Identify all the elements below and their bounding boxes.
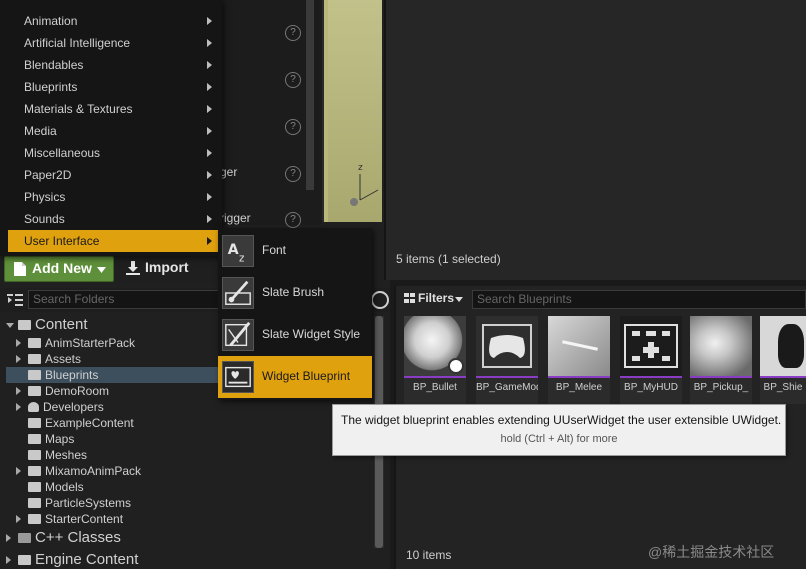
svg-text:z: z bbox=[358, 163, 363, 173]
hud-icon bbox=[624, 324, 678, 368]
asset-tile[interactable]: BP_Bullet bbox=[404, 316, 466, 404]
chevron-right-icon bbox=[207, 105, 212, 113]
tree-item[interactable]: AnimStarterPack bbox=[16, 335, 135, 351]
asset-tile-label: BP_GameModeGolden bbox=[476, 382, 538, 393]
widget-blueprint-icon bbox=[222, 361, 254, 393]
asset-count: 10 items bbox=[406, 548, 452, 562]
new-file-icon bbox=[14, 262, 26, 276]
tree-item[interactable]: Developers bbox=[16, 399, 104, 415]
asset-tile[interactable]: BP_Shie bbox=[760, 316, 806, 404]
help-icon[interactable]: ? bbox=[285, 212, 301, 228]
menu-item-animation[interactable]: Animation bbox=[8, 10, 218, 32]
tooltip-text: The widget blueprint enables extending U… bbox=[341, 413, 782, 427]
tree-item-cpp-classes[interactable]: C++ Classes bbox=[6, 530, 121, 546]
menu-item-materials-textures[interactable]: Materials & Textures bbox=[8, 98, 218, 120]
asset-tile[interactable]: BP_GameModeGolden bbox=[476, 316, 538, 404]
asset-tile-label: BP_MyHUD bbox=[624, 382, 678, 393]
editor-top-right-panel bbox=[384, 0, 806, 280]
asset-tile-label: BP_Shie bbox=[763, 382, 803, 393]
chevron-right-icon bbox=[207, 215, 212, 223]
watermark: @稀土掘金技术社区 bbox=[648, 544, 775, 560]
asset-tile-label: BP_Melee bbox=[555, 382, 603, 393]
menu-item-blueprints[interactable]: Blueprints bbox=[8, 76, 218, 98]
asset-tile[interactable]: BP_MyHUD bbox=[620, 316, 682, 404]
add-new-button[interactable]: Add New bbox=[4, 256, 114, 282]
slate-widget-style-icon bbox=[222, 319, 254, 351]
chevron-down-icon bbox=[455, 297, 463, 302]
asset-tile[interactable]: BP_Pickup_ bbox=[690, 316, 752, 404]
menu-item-blendables[interactable]: Blendables bbox=[8, 54, 218, 76]
chevron-right-icon bbox=[207, 149, 212, 157]
tree-item[interactable]: StarterContent bbox=[16, 511, 123, 527]
axis-gizmo-icon: z bbox=[350, 163, 379, 206]
menu-item-paper2d[interactable]: Paper2D bbox=[8, 164, 218, 186]
menu-item-physics[interactable]: Physics bbox=[8, 186, 218, 208]
details-row-fragment: ger bbox=[220, 165, 238, 179]
svg-text:A: A bbox=[228, 242, 239, 258]
submenu-item-widget-blueprint[interactable]: Widget Blueprint bbox=[218, 356, 372, 398]
widget-blueprint-tooltip: The widget blueprint enables extending U… bbox=[332, 404, 786, 456]
tree-item[interactable]: Models bbox=[28, 479, 84, 495]
chevron-right-icon bbox=[207, 171, 212, 179]
font-icon: A z bbox=[222, 235, 254, 267]
tree-item[interactable]: Maps bbox=[28, 431, 74, 447]
filter-icon bbox=[404, 293, 415, 303]
tree-item[interactable]: Meshes bbox=[28, 447, 87, 463]
slate-brush-icon bbox=[222, 277, 254, 309]
add-new-menu: Animation Artificial Intelligence Blenda… bbox=[0, 0, 222, 256]
chevron-down-icon bbox=[97, 267, 106, 273]
tree-item[interactable]: ExampleContent bbox=[28, 415, 134, 431]
user-icon bbox=[28, 402, 39, 412]
chevron-right-icon bbox=[207, 193, 212, 201]
add-new-label: Add New bbox=[32, 260, 92, 276]
import-icon bbox=[126, 261, 140, 275]
tree-item[interactable]: MixamoAnimPack bbox=[16, 463, 141, 479]
blueprint-badge-icon bbox=[448, 358, 464, 374]
filters-label: Filters bbox=[418, 291, 455, 305]
import-label: Import bbox=[145, 259, 189, 275]
filters-button[interactable]: Filters bbox=[404, 291, 464, 309]
chevron-right-icon bbox=[207, 61, 212, 69]
menu-item-user-interface[interactable]: User Interface bbox=[8, 230, 218, 252]
svg-text:z: z bbox=[239, 252, 244, 264]
gamepad-icon bbox=[482, 324, 532, 368]
details-panel: ? ? ? ? ? ger rigger bbox=[220, 0, 322, 228]
help-icon[interactable]: ? bbox=[285, 25, 301, 41]
tree-item[interactable]: DemoRoom bbox=[16, 383, 109, 399]
sources-panel-toggle-icon[interactable] bbox=[6, 292, 24, 308]
chevron-right-icon bbox=[207, 83, 212, 91]
chevron-right-icon bbox=[207, 237, 212, 245]
submenu-item-slate-widget-style[interactable]: Slate Widget Style bbox=[218, 314, 372, 356]
chevron-right-icon bbox=[207, 17, 212, 25]
menu-item-sounds[interactable]: Sounds bbox=[8, 208, 218, 230]
asset-tile-label: BP_Bullet bbox=[413, 382, 457, 393]
asset-tile-label: BP_Pickup_ bbox=[693, 382, 749, 393]
chevron-right-icon bbox=[207, 39, 212, 47]
asset-tile[interactable]: BP_Melee bbox=[548, 316, 610, 404]
details-row-fragment: rigger bbox=[220, 211, 251, 225]
tooltip-hint: hold (Ctrl + Alt) for more bbox=[500, 433, 618, 445]
tree-item-engine-content[interactable]: Engine Content bbox=[6, 552, 138, 568]
menu-item-media[interactable]: Media bbox=[8, 120, 218, 142]
help-icon[interactable]: ? bbox=[285, 166, 301, 182]
tree-item[interactable]: ParticleSystems bbox=[28, 495, 131, 511]
submenu-item-slate-brush[interactable]: Slate Brush bbox=[218, 272, 372, 314]
asset-search-input[interactable]: Search Blueprints bbox=[472, 290, 806, 309]
help-icon[interactable]: ? bbox=[285, 119, 301, 135]
import-button[interactable]: Import bbox=[120, 256, 210, 280]
search-icon[interactable] bbox=[371, 291, 389, 309]
menu-item-artificial-intelligence[interactable]: Artificial Intelligence bbox=[8, 32, 218, 54]
tree-item-content[interactable]: Content bbox=[6, 317, 88, 333]
details-scrollbar[interactable] bbox=[306, 0, 314, 190]
user-interface-submenu: A z Font Slate Brush Slate Widget Style … bbox=[218, 228, 372, 400]
help-icon[interactable]: ? bbox=[285, 72, 301, 88]
menu-item-miscellaneous[interactable]: Miscellaneous bbox=[8, 142, 218, 164]
submenu-item-font[interactable]: A z Font bbox=[218, 230, 372, 272]
viewport-preview[interactable]: z bbox=[322, 0, 382, 222]
top-panel-status: 5 items (1 selected) bbox=[396, 252, 501, 266]
tree-item[interactable]: Assets bbox=[16, 351, 81, 367]
chevron-right-icon bbox=[207, 127, 212, 135]
